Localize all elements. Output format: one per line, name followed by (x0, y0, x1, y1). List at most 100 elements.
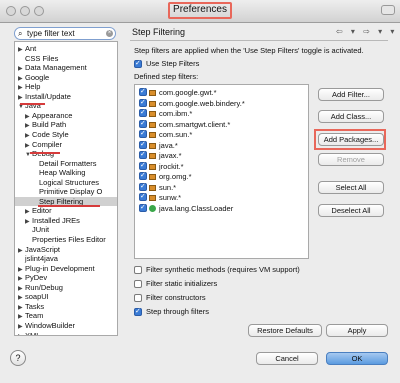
tree-item[interactable]: jslint4java (15, 254, 117, 263)
toolbar-toggle-button[interactable] (381, 5, 395, 15)
tree-item[interactable]: ▶ Ant (15, 44, 117, 53)
tree-item-label: WindowBuilder (25, 320, 76, 330)
step-filter-checkbox[interactable] (139, 161, 147, 171)
tree-item-label: PyDev (25, 273, 48, 283)
step-filter-item[interactable]: java.* (139, 140, 178, 150)
step-filter-item[interactable]: javax.* (139, 150, 182, 160)
tree-item[interactable]: ▶ soapUI (15, 292, 117, 301)
tree-item-label: Installed JREs (32, 215, 80, 225)
history-nav[interactable]: ⇦ ▾ ⇨ ▾ ▾ (336, 27, 397, 36)
tree-item[interactable]: ▶ WindowBuilder (15, 321, 117, 330)
tree-item[interactable]: Heap Walking (15, 168, 117, 177)
step-filter-item[interactable]: jrockit.* (139, 161, 184, 171)
package-icon (149, 132, 156, 139)
tree-item-label: Properties Files Editor (32, 235, 106, 244)
synthetic-methods-checkbox[interactable] (134, 266, 142, 274)
collapsed-arrow-icon[interactable]: ▶ (18, 333, 25, 336)
step-filter-checkbox[interactable] (139, 171, 147, 181)
tree-item-label: Compiler (32, 139, 63, 149)
tree-item-label: jslint4java (25, 254, 58, 264)
step-filter-checkbox[interactable] (139, 87, 147, 97)
step-through-checkbox[interactable] (134, 307, 142, 316)
add-class-button[interactable]: Add Class... (318, 110, 384, 123)
step-filter-checkbox[interactable] (139, 150, 147, 160)
tree-item[interactable]: ▶ Installed JREs (15, 216, 117, 225)
page-description: Step filters are applied when the 'Use S… (134, 46, 364, 55)
use-step-filters-label: Use Step Filters (146, 59, 200, 68)
filter-input[interactable]: ⌕ type filter text × (14, 27, 116, 40)
step-filter-checkbox[interactable] (139, 119, 147, 129)
remove-button[interactable]: Remove (318, 153, 384, 166)
help-icon[interactable]: ? (10, 350, 26, 366)
preference-tree[interactable]: ▶ Ant CSS Files ▶ Data Management ▶ Google ▶ Hel… (14, 41, 118, 336)
step-filter-label: java.lang.ClassLoader (159, 203, 234, 213)
tree-item[interactable]: ▶ Build Path (15, 120, 117, 129)
tree-item-label: soapUI (25, 292, 49, 302)
tree-item[interactable]: Properties Files Editor (15, 235, 117, 244)
tree-item[interactable]: ▶ JavaScript (15, 245, 117, 254)
tree-item[interactable]: Primitive Display O (15, 187, 117, 196)
tree-item[interactable]: ▶ Install/Update (15, 92, 117, 101)
step-filter-checkbox[interactable] (139, 108, 147, 118)
use-step-filters-checkbox[interactable] (134, 59, 142, 68)
tree-item[interactable]: ▶ Plug-in Development (15, 264, 117, 273)
restore-defaults-button[interactable]: Restore Defaults (248, 324, 322, 337)
step-filter-item[interactable]: com.smartgwt.client.* (139, 119, 230, 129)
step-filter-item[interactable]: com.sun.* (139, 129, 192, 139)
step-filter-item[interactable]: org.omg.* (139, 171, 192, 181)
apply-button[interactable]: Apply (326, 324, 388, 337)
package-icon (149, 184, 156, 191)
step-filter-checkbox[interactable] (139, 203, 147, 213)
step-filter-checkbox[interactable] (139, 140, 147, 150)
tree-item[interactable]: ▶ Google (15, 73, 117, 82)
tree-item[interactable]: Detail Formatters (15, 159, 117, 168)
select-all-button[interactable]: Select All (318, 181, 384, 194)
step-filter-checkbox[interactable] (139, 98, 147, 108)
step-filters-list[interactable]: com.google.gwt.*com.google.web.bindery.*… (134, 84, 309, 259)
tree-item-label: Appearance (32, 110, 73, 120)
tree-item[interactable]: ▶ Tasks (15, 302, 117, 311)
static-initializers-checkbox[interactable] (134, 280, 142, 288)
step-filter-item[interactable]: com.google.gwt.* (139, 87, 217, 97)
tree-item-label: Ant (25, 44, 37, 53)
tree-item[interactable]: JUnit (15, 225, 117, 234)
package-icon (149, 153, 156, 160)
package-icon (149, 195, 156, 202)
search-icon: ⌕ (18, 29, 23, 38)
constructors-checkbox[interactable] (134, 294, 142, 302)
class-icon (149, 205, 156, 213)
step-filter-label: javax.* (159, 151, 182, 160)
tree-item[interactable]: ▶ Run/Debug (15, 283, 117, 292)
tree-item[interactable]: Logical Structures (15, 178, 117, 187)
tree-item-label: XML (25, 330, 41, 336)
tree-item-label: JUnit (32, 225, 50, 235)
add-filter-button[interactable]: Add Filter... (318, 88, 384, 101)
clear-icon[interactable]: × (106, 30, 113, 37)
tree-item-label: Heap Walking (39, 168, 86, 178)
ok-button[interactable]: OK (326, 352, 388, 365)
tree-item[interactable]: ▶XML (15, 330, 117, 336)
tree-item-label: Google (25, 72, 50, 82)
step-filter-checkbox[interactable] (139, 192, 147, 202)
step-filter-checkbox[interactable] (139, 129, 147, 139)
package-icon (149, 121, 156, 128)
tree-item[interactable]: ▶ Help (15, 82, 117, 91)
step-filter-checkbox[interactable] (139, 182, 147, 192)
step-filter-item[interactable]: com.google.web.bindery.* (139, 98, 245, 108)
step-filter-item[interactable]: com.ibm.* (139, 108, 192, 118)
tree-item[interactable]: ▶ Data Management (15, 63, 117, 72)
step-filter-item[interactable]: sunw.* (139, 192, 181, 202)
tree-item[interactable]: ▶ Code Style (15, 130, 117, 139)
step-filter-item[interactable]: sun.* (139, 182, 176, 192)
tree-item[interactable]: ▶ Team (15, 311, 117, 320)
tree-item[interactable]: ▶ Appearance (15, 111, 117, 120)
step-filter-item[interactable]: java.lang.ClassLoader (139, 203, 233, 213)
debug-underline (30, 152, 60, 154)
tree-item[interactable]: CSS Files (15, 54, 117, 63)
tree-item[interactable]: ▶ PyDev (15, 273, 117, 282)
tree-item[interactable]: ▶ Editor (15, 206, 117, 215)
cancel-button[interactable]: Cancel (256, 352, 318, 365)
deselect-all-button[interactable]: Deselect All (318, 204, 384, 217)
page-title: Step Filtering (132, 27, 186, 37)
tree-item[interactable]: ▶ Compiler (15, 140, 117, 149)
